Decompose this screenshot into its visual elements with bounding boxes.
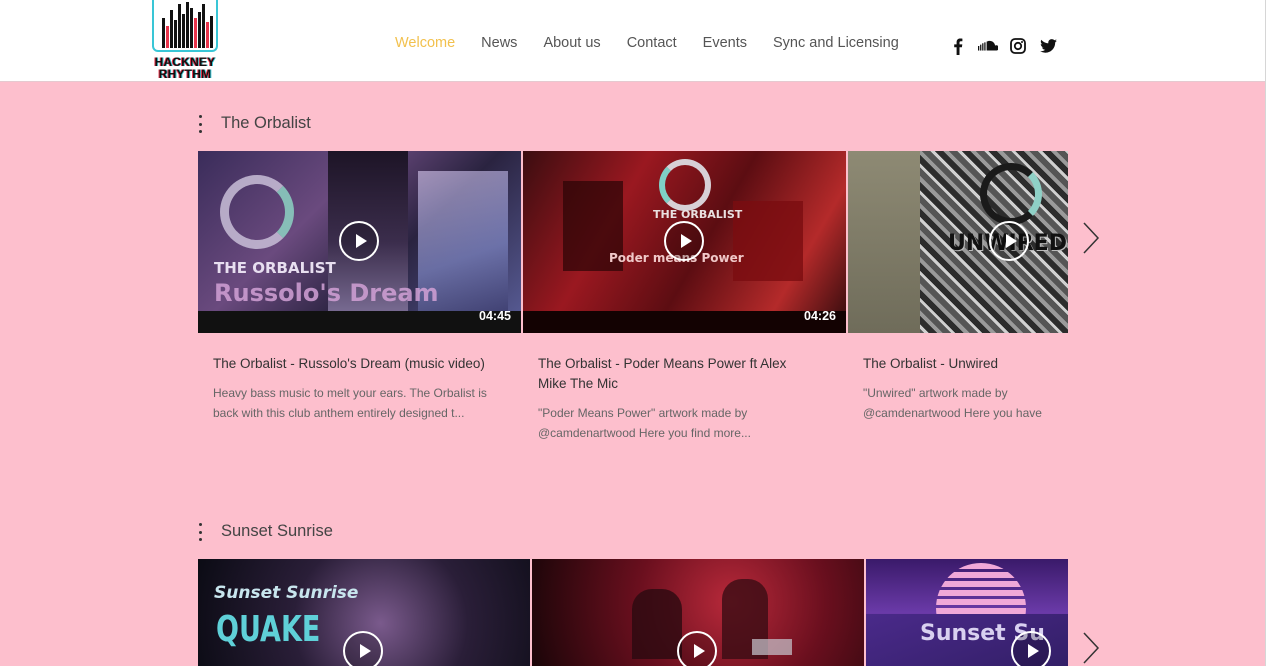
video-carousel: THE ORBALIST Russolo's Dream 04:45 The O…: [198, 151, 1068, 451]
video-description: "Unwired" artwork made by @camdenartwood…: [863, 386, 1042, 420]
hackney-rhythm-logo[interactable]: HACKNEY RHYTHM: [151, 0, 219, 80]
video-title[interactable]: The Orbalist - Unwired: [863, 354, 1068, 374]
play-icon[interactable]: [339, 221, 379, 261]
logo-text-line2: RHYTHM: [158, 67, 212, 81]
video-thumbnail[interactable]: THE ORBALIST Russolo's Dream 04:45: [198, 151, 521, 333]
video-thumbnail[interactable]: THE ORBALIST Poder means Power 04:26: [523, 151, 846, 333]
video-duration: 04:45: [479, 309, 511, 323]
facebook-icon[interactable]: [948, 36, 968, 56]
thumbnail-brand-text: Sunset Sunrise: [214, 583, 359, 603]
video-thumbnail[interactable]: UNWIRED: [848, 151, 1068, 333]
channel-title: Sunset Sunrise: [221, 522, 333, 540]
play-icon[interactable]: [664, 221, 704, 261]
channel-menu-icon[interactable]: [196, 115, 204, 133]
video-card[interactable]: THE ORBALIST Russolo's Dream 04:45 The O…: [198, 151, 521, 451]
video-carousel: Sunset Sunrise QUAKE Sunset Su: [198, 559, 1068, 666]
video-description: Heavy bass music to melt your ears. The …: [213, 386, 487, 420]
site-header: HACKNEY RHYTHM Welcome News About us Con…: [0, 0, 1266, 82]
video-card[interactable]: THE ORBALIST Poder means Power 04:26 The…: [523, 151, 846, 451]
twitter-icon[interactable]: [1038, 36, 1058, 56]
instagram-icon[interactable]: [1008, 36, 1028, 56]
video-card[interactable]: UNWIRED The Orbalist - Unwired "Unwired"…: [848, 151, 1068, 451]
video-description: "Poder Means Power" artwork made by @cam…: [538, 406, 751, 440]
video-thumbnail[interactable]: [532, 559, 864, 666]
video-duration: 04:26: [804, 309, 836, 323]
channel-menu-icon[interactable]: [196, 523, 204, 541]
nav-item-news[interactable]: News: [481, 35, 517, 51]
main-nav: Welcome News About us Contact Events Syn…: [382, 35, 912, 51]
video-thumbnail[interactable]: Sunset Su: [866, 559, 1068, 666]
nav-item-events[interactable]: Events: [703, 35, 747, 51]
nav-item-welcome[interactable]: Welcome: [395, 35, 455, 51]
thumbnail-title-text: Russolo's Dream: [214, 279, 439, 307]
carousel-next-arrow-icon[interactable]: [1082, 631, 1100, 665]
video-card[interactable]: Sunset Sunrise QUAKE: [198, 559, 530, 666]
play-icon[interactable]: [343, 631, 383, 666]
social-bar: [948, 36, 1058, 56]
video-title[interactable]: The Orbalist - Poder Means Power ft Alex…: [538, 354, 813, 394]
nav-item-about-us[interactable]: About us: [543, 35, 600, 51]
carousel-next-arrow-icon[interactable]: [1082, 221, 1100, 255]
soundcloud-icon[interactable]: [978, 36, 998, 56]
play-icon[interactable]: [677, 631, 717, 666]
video-card[interactable]: [532, 559, 864, 666]
video-card[interactable]: Sunset Su: [866, 559, 1068, 666]
thumbnail-brand-text: THE ORBALIST: [214, 259, 336, 277]
logo-equalizer-graphic: [152, 0, 218, 52]
video-title[interactable]: The Orbalist - Russolo's Dream (music vi…: [213, 354, 488, 374]
play-icon[interactable]: [1011, 631, 1051, 666]
nav-item-sync-licensing[interactable]: Sync and Licensing: [773, 35, 899, 51]
thumbnail-title-text: QUAKE: [216, 609, 321, 650]
channel-title: The Orbalist: [221, 114, 311, 132]
thumbnail-brand-text: THE ORBALIST: [653, 208, 743, 221]
play-icon[interactable]: [989, 221, 1029, 261]
nav-item-contact[interactable]: Contact: [627, 35, 677, 51]
video-thumbnail[interactable]: Sunset Sunrise QUAKE: [198, 559, 530, 666]
